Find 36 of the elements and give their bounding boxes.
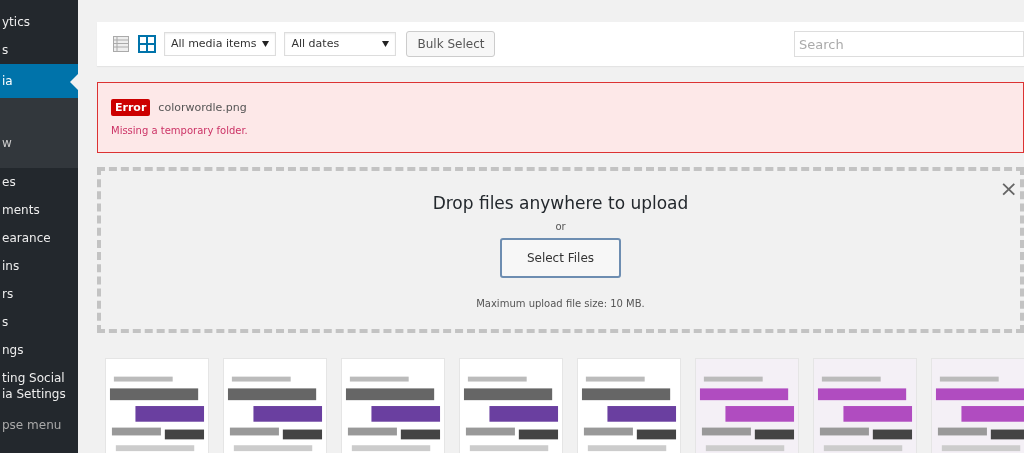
- sidebar-item[interactable]: es: [0, 168, 78, 196]
- sidebar-item[interactable]: ytics: [0, 8, 78, 36]
- image-thumbnail[interactable]: [341, 358, 445, 453]
- sidebar-item[interactable]: s: [0, 308, 78, 336]
- file-name: colorwordle.png: [158, 101, 247, 114]
- sidebar-item[interactable]: ins: [0, 252, 78, 280]
- sidebar-item[interactable]: s: [0, 36, 78, 64]
- sidebar-item[interactable]: ia: [0, 64, 78, 98]
- caret-icon: [382, 41, 390, 47]
- image-thumbnail[interactable]: [105, 358, 209, 453]
- caret-icon: [262, 41, 270, 47]
- bulk-select-button[interactable]: Bulk Select: [406, 31, 496, 57]
- image-thumbnail[interactable]: [223, 358, 327, 453]
- image-thumbnail[interactable]: [459, 358, 563, 453]
- sidebar-item[interactable]: ngs: [0, 336, 78, 364]
- or-text: or: [555, 219, 566, 234]
- sidebar-item[interactable]: rs: [0, 280, 78, 308]
- sidebar-item[interactable]: ting Social ia Settings: [0, 364, 78, 408]
- close-button[interactable]: ×: [997, 178, 1020, 200]
- sidebar-item[interactable]: earance: [0, 224, 78, 252]
- sidebar-item[interactable]: ments: [0, 196, 78, 224]
- upload-heading: Drop files anywhere to upload: [432, 192, 689, 215]
- image-thumbnail[interactable]: [813, 358, 917, 453]
- select-files-button[interactable]: Select Files: [500, 237, 621, 278]
- submenu-item[interactable]: w: [0, 130, 78, 156]
- search-field[interactable]: Search: [794, 31, 1024, 57]
- error-badge: Error: [111, 99, 151, 116]
- image-thumbnail[interactable]: [695, 358, 799, 453]
- image-thumbnail[interactable]: [577, 358, 681, 453]
- grid-view-icon[interactable]: [138, 35, 156, 53]
- image-thumbnail[interactable]: [931, 358, 1024, 453]
- collapse-menu-link[interactable]: pse menu: [0, 408, 78, 442]
- error-message: Missing a temporary folder.: [111, 123, 249, 138]
- filter-dropdown[interactable]: All dates: [284, 32, 397, 56]
- max-upload-size-text: Maximum upload file size: 10 MB.: [476, 296, 645, 311]
- filter-dropdown[interactable]: All media items: [164, 32, 277, 56]
